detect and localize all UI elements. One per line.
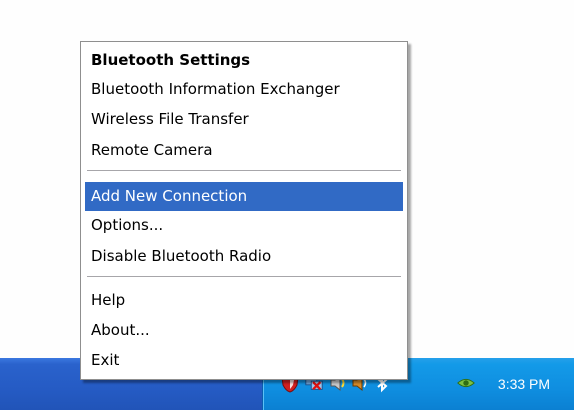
display-icon[interactable] (456, 372, 476, 394)
menu-item-about[interactable]: About... (85, 316, 403, 345)
menu-item-bluetooth-information-exchanger[interactable]: Bluetooth Information Exchanger (85, 75, 403, 104)
menu-item-options[interactable]: Options... (85, 211, 403, 240)
menu-item-disable-bluetooth-radio[interactable]: Disable Bluetooth Radio (85, 242, 403, 271)
menu-item-add-new-connection[interactable]: Add New Connection (85, 182, 403, 211)
menu-item-remote-camera[interactable]: Remote Camera (85, 136, 403, 165)
menu-item-wireless-file-transfer[interactable]: Wireless File Transfer (85, 105, 403, 134)
bluetooth-context-menu: Bluetooth Settings Bluetooth Information… (80, 41, 408, 380)
menu-separator (87, 170, 401, 172)
menu-item-exit[interactable]: Exit (85, 346, 403, 375)
menu-item-help[interactable]: Help (85, 286, 403, 315)
menu-separator (87, 276, 401, 278)
menu-item-bluetooth-settings[interactable]: Bluetooth Settings (85, 46, 403, 75)
taskbar-clock[interactable]: 3:33 PM (484, 373, 564, 395)
